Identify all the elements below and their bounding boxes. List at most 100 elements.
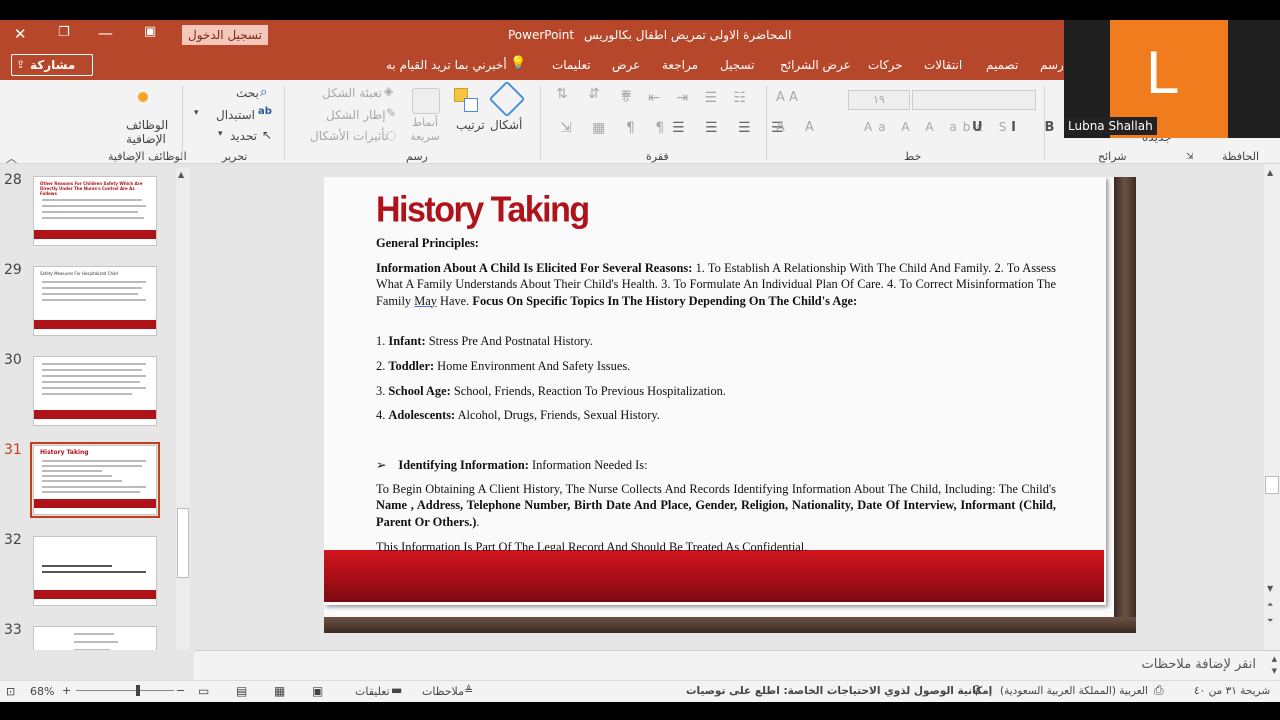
shapes-button[interactable]: أشكال (490, 118, 522, 132)
scroll-thumb[interactable] (1265, 476, 1279, 494)
notes-pane[interactable]: انقر لإضافة ملاحظات ▲ ▼ (194, 650, 1280, 680)
find-button[interactable]: بحث (236, 86, 259, 100)
thumb-line (42, 460, 146, 462)
replace-icon: ab (258, 106, 272, 117)
scroll-up-icon[interactable]: ▲ (178, 170, 184, 179)
status-bar: ⊡ 68% + − ▭ ▤ ▦ ▣ تعليقات ▬ ملاحظات ≜ إم… (0, 680, 1280, 702)
video-overlay: L Lubna Shallah (1064, 20, 1280, 138)
thumb-band (34, 499, 156, 508)
notes-scroll-down-icon[interactable]: ▼ (1272, 667, 1277, 675)
zoom-slider[interactable] (76, 690, 174, 691)
normal-view-icon[interactable]: ▣ (312, 684, 323, 698)
slide-thumbnail-29[interactable]: Safety Measures For Hospitalized Child (33, 266, 157, 336)
tab-design[interactable]: تصميم (986, 58, 1018, 72)
paragraph-group-label: فقرة (646, 150, 669, 163)
font-format-icons[interactable]: A A (776, 120, 822, 135)
slide-title[interactable]: History Taking (376, 190, 590, 231)
language-status[interactable]: العربية (المملكة العربية السعودية) (1000, 685, 1148, 697)
thumb-line (42, 491, 140, 493)
slide-sorter-icon[interactable]: ▦ (274, 684, 285, 698)
scroll-down-icon[interactable]: ▼ (1267, 584, 1273, 593)
thumb-number: 30 (4, 352, 22, 368)
reading-view-icon[interactable]: ▤ (236, 684, 247, 698)
age-item-3[interactable]: 3. School Age: School, Friends, Reaction… (376, 383, 1056, 399)
identifying-heading[interactable]: ➢ Identifying Information: Information Ne… (376, 457, 1056, 473)
addins-icon[interactable] (138, 92, 148, 102)
notes-scroll-up-icon[interactable]: ▲ (1272, 655, 1277, 663)
comments-button[interactable]: تعليقات (355, 685, 390, 698)
tab-help[interactable]: تعليمات (552, 58, 591, 72)
close-icon[interactable]: ✕ (14, 25, 27, 43)
slide-scrollbar[interactable]: ▲ ▼ ⏶ ⏷ (1264, 164, 1280, 650)
scroll-up-icon[interactable]: ▲ (1267, 168, 1273, 177)
lightbulb-icon: 💡 (510, 56, 527, 71)
tab-record[interactable]: تسجيل (720, 58, 755, 72)
slide-thumbnail-32[interactable] (33, 536, 157, 606)
text-direction-icons[interactable]: A A (776, 90, 798, 105)
thumb-number: 32 (4, 532, 22, 548)
tab-transitions[interactable]: انتقالات (924, 58, 962, 72)
quick-styles-icon[interactable] (412, 88, 440, 114)
zoom-out-icon[interactable]: − (176, 684, 185, 697)
thumbnail-pane-footer (0, 650, 194, 680)
slide-paragraph-2[interactable]: To Begin Obtaining A Client History, The… (376, 481, 1056, 530)
share-button[interactable]: ⇪ مشاركة (11, 54, 93, 76)
thumb-line (42, 375, 146, 377)
ribbon-display-icon[interactable]: ▣ (144, 24, 156, 39)
font-family-select[interactable] (912, 90, 1036, 110)
effects-icon: ◌ (386, 128, 397, 142)
slideshow-view-icon[interactable]: ▭ (198, 684, 209, 698)
slide-thumbnail-31[interactable]: History Taking (33, 445, 157, 515)
age-item-2[interactable]: 2. Toddler: Home Environment And Safety … (376, 358, 1056, 374)
tab-view[interactable]: عرض (612, 58, 640, 72)
age-item-1[interactable]: 1. Infant: Stress Pre And Postnatal Hist… (376, 333, 1056, 349)
select-button[interactable]: تحديد (230, 129, 257, 143)
tell-me-input[interactable]: أخبرني بما تريد القيام به (386, 58, 507, 72)
tab-animations[interactable]: حركات (868, 58, 903, 72)
age-item-4[interactable]: 4. Adolescents: Alcohol, Drugs, Friends,… (376, 407, 1056, 423)
slide-paragraph-1[interactable]: Information About A Child Is Elicited Fo… (376, 260, 1056, 309)
select-dropdown-icon[interactable]: ▾ (218, 129, 223, 139)
replace-button[interactable]: استبدال (216, 108, 255, 122)
zoom-in-icon[interactable]: + (62, 684, 71, 697)
slide-paragraph-3[interactable]: This Information Is Part Of The Legal Re… (376, 539, 1056, 551)
group-divider (540, 86, 541, 160)
zoom-slider-thumb[interactable] (136, 685, 140, 696)
align-icons[interactable]: ☰ ☰ ☰ ☰ (672, 120, 792, 136)
shape-effects-button[interactable]: تأثيرات الأشكال (310, 129, 388, 143)
clipboard-group-label: الحافظة (1222, 150, 1260, 163)
arrange-button[interactable]: ترتيب (456, 118, 485, 132)
paragraph-row2-icons[interactable]: ⇲ ▦ ¶ ¶ (560, 120, 672, 136)
indent-icons[interactable]: ⇳ ⇤ ⇥ ☰ ☷ (620, 90, 752, 106)
tab-slideshow[interactable]: عرض الشرائح (780, 58, 851, 72)
bold-italic-underline-icons[interactable]: U I B (972, 120, 1066, 135)
accessibility-status[interactable]: إمكانية الوصول لذوي الاحتياجات الخاصة: ا… (686, 685, 992, 697)
notes-placeholder[interactable]: انقر لإضافة ملاحظات (1142, 657, 1256, 672)
find-icon: ⌕ (260, 85, 268, 100)
signin-button[interactable]: تسجيل الدخول (182, 25, 268, 45)
slide-subtitle[interactable]: General Principles: (376, 235, 1056, 251)
item-number: 1. (376, 334, 386, 348)
quick-styles-button[interactable]: أنماط سريعة (408, 116, 442, 144)
minimize-icon[interactable]: — (98, 24, 113, 42)
item-label: Adolescents: (388, 408, 456, 422)
previous-slide-icon[interactable]: ⏶ (1267, 600, 1273, 610)
restore-icon[interactable]: ❐ (58, 25, 70, 40)
font-size-select[interactable]: ١٩ (848, 90, 910, 110)
tab-draw[interactable]: رسم (1040, 58, 1064, 72)
scroll-thumb[interactable] (177, 508, 189, 578)
zoom-level[interactable]: 68% (30, 685, 54, 698)
addins-button[interactable]: الوظائف الإضافية (126, 118, 168, 146)
tab-review[interactable]: مراجعة (662, 58, 698, 72)
fit-slide-icon[interactable]: ⊡ (6, 685, 15, 698)
slide-thumbnail-28[interactable]: Other Reasons For Children Safety Which … (33, 176, 157, 246)
shape-fill-button[interactable]: تعبئة الشكل (322, 86, 382, 100)
thumbnail-scrollbar[interactable]: ▲ ▼ (176, 168, 190, 676)
shape-outline-button[interactable]: إطار الشكل (326, 108, 386, 122)
dialog-launcher-icon[interactable]: ⇲ (1186, 152, 1194, 162)
replace-dropdown-icon[interactable]: ▾ (194, 108, 199, 118)
notes-button[interactable]: ملاحظات (422, 685, 464, 698)
thumb-line (42, 363, 146, 365)
slide-thumbnail-30[interactable] (33, 356, 157, 426)
next-slide-icon[interactable]: ⏷ (1267, 616, 1273, 626)
